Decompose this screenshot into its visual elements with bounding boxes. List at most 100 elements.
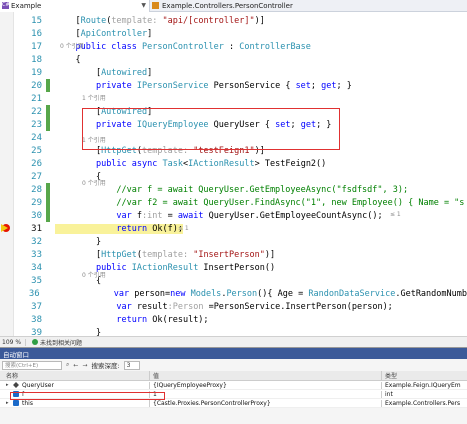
autos-title: 自动窗口 (0, 348, 467, 359)
variable-type-cell: Example.Feign.IQueryEm (385, 381, 461, 389)
column-name-header[interactable]: 名称 (0, 371, 150, 380)
change-marker (46, 144, 50, 157)
line-number: 29 (31, 197, 42, 208)
change-marker (46, 14, 50, 27)
search-depth-select[interactable]: 3 (123, 360, 140, 370)
change-marker (46, 313, 50, 326)
code-token: TestFeign2() (264, 158, 327, 169)
code-token: ; (310, 80, 322, 91)
code-line[interactable]: 16 [ApiController] (14, 27, 467, 40)
autos-toolbar: 搜索(Ctrl+E) ⌕ ← → 搜索深度: 3 (0, 359, 467, 371)
change-marker (44, 287, 48, 300)
code-line[interactable]: 38 return Ok(result); (14, 313, 467, 326)
code-token: :int (142, 210, 163, 221)
code-line[interactable]: 29 //var f2 = await QueryUser.FindAsync(… (14, 196, 467, 209)
code-line[interactable]: 32 } (14, 235, 467, 248)
variable-value-cell[interactable]: {Castle.Proxies.PersonControllerProxy} (150, 399, 382, 407)
variable-value-cell[interactable]: {IQueryEmployeeProxy} (150, 381, 382, 389)
code-token: Route (80, 15, 107, 26)
codelens-reference-count[interactable]: 0 个引用 (82, 270, 106, 279)
glyph-margin[interactable] (0, 12, 14, 336)
change-marker (46, 300, 50, 313)
forward-arrow-icon[interactable]: → (82, 362, 87, 369)
codelens-reference-count[interactable]: 0 个引用 (60, 41, 84, 50)
code-text: return Ok(result); (55, 315, 208, 325)
document-tab-bar: C# Example ▼ Example.Controllers.PersonC… (0, 0, 467, 12)
code-token: [ (55, 15, 81, 26)
codelens-reference-count[interactable]: 0 个引用 (82, 178, 106, 187)
variable-name-cell: ▸ this (0, 399, 150, 407)
code-token: RandonDataService (308, 288, 396, 299)
line-number: 18 (31, 54, 42, 65)
change-marker (46, 53, 50, 66)
zoom-level[interactable]: 109 % (2, 338, 26, 346)
code-line[interactable]: 18 { (14, 53, 467, 66)
variable-type-cell: int (385, 390, 393, 398)
expand-arrow-icon[interactable]: ▸ (6, 382, 11, 388)
local-variable-icon (13, 400, 19, 406)
expand-arrow-icon[interactable]: ▸ (6, 400, 11, 406)
autos-row[interactable]: ▸ this {Castle.Proxies.PersonControllerPro… (0, 399, 467, 408)
code-line[interactable]: 15 [Route(template: "api/[controller]")] (14, 14, 467, 27)
code-token: template: (111, 15, 163, 26)
code-line[interactable]: 33 [HttpGet(template: "InsertPerson")] (14, 248, 467, 261)
change-marker (46, 118, 50, 131)
variable-name: this (22, 399, 33, 407)
change-marker (46, 274, 50, 287)
change-marker (46, 326, 50, 336)
code-line[interactable]: 36 var person=new Models.Person(){ Age =… (14, 287, 467, 300)
code-token: [ (55, 249, 102, 260)
column-value-header[interactable]: 值 (150, 371, 382, 380)
code-token: ApiController (80, 28, 148, 39)
line-number: 37 (31, 301, 42, 312)
code-token: > (254, 158, 265, 169)
search-depth-label: 搜索深度: (91, 362, 120, 370)
code-text: public async Task<IActionResult> TestFei… (55, 159, 326, 169)
search-icon[interactable]: ⌕ (66, 361, 69, 369)
code-editor[interactable]: 15 [Route(template: "api/[controller]")]… (0, 12, 467, 336)
code-token: person= (134, 288, 171, 299)
line-number: 35 (31, 275, 42, 286)
code-line[interactable]: 19 [Autowired] (14, 66, 467, 79)
code-token: [ (55, 28, 81, 39)
change-marker (46, 196, 50, 209)
code-text: public class PersonController : Controll… (55, 41, 310, 52)
line-number: 26 (31, 158, 42, 169)
variable-type-cell: Example.Controllers.Pers (385, 399, 461, 407)
code-token: "api/[controller]" (162, 15, 255, 26)
code-token: IActionResult (131, 262, 199, 273)
code-text: [Autowired] (55, 68, 152, 78)
back-arrow-icon[interactable]: ← (73, 362, 78, 369)
project-dropdown[interactable]: C# Example ▼ (0, 0, 150, 12)
column-type-header[interactable]: 类型 (382, 371, 467, 380)
code-token: :Person (167, 301, 204, 312)
project-label: Example (11, 1, 42, 10)
variable-name: QueryUser (22, 381, 54, 389)
code-text: } (55, 328, 101, 337)
codelens-reference-count[interactable]: 1 个引用 (82, 93, 106, 102)
code-token: InsertPerson() (198, 262, 276, 273)
code-token: (){ Age = (257, 288, 309, 299)
code-line[interactable]: 39 } (14, 326, 467, 337)
code-token: PersonController (142, 41, 224, 52)
code-line[interactable]: 31 return Ok(f); (14, 222, 467, 235)
code-token: ] (147, 67, 153, 78)
class-dropdown[interactable]: Example.Controllers.PersonController (150, 0, 360, 12)
code-line[interactable]: 26 public async Task<IActionResult> Test… (14, 157, 467, 170)
change-marker (46, 170, 50, 183)
change-marker (46, 92, 50, 105)
line-number: 20 (31, 80, 42, 91)
autos-row[interactable]: ▸ QueryUser {IQueryEmployeeProxy} Example.F… (0, 381, 467, 390)
code-token: : (223, 41, 240, 52)
code-line[interactable]: 37 var result:Person =PersonService.Inse… (14, 300, 467, 313)
code-line[interactable]: 20 private IPersonService PersonService … (14, 79, 467, 92)
class-icon (152, 2, 159, 9)
line-number: 24 (31, 132, 42, 143)
search-input[interactable]: 搜索(Ctrl+E) (2, 360, 62, 370)
variable-value-cell[interactable]: 1 (150, 390, 382, 398)
change-marker (46, 40, 50, 53)
change-marker (46, 79, 50, 92)
